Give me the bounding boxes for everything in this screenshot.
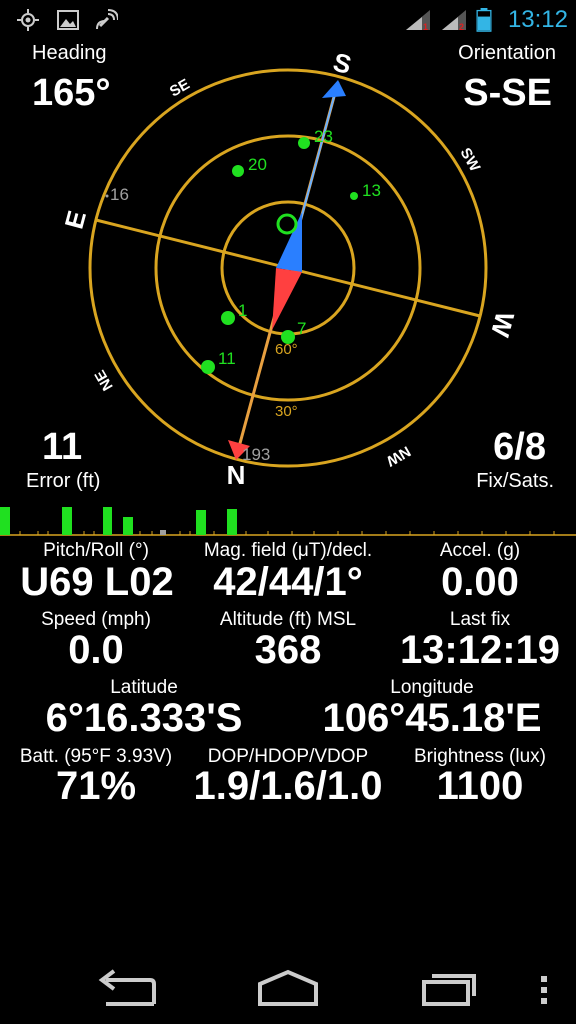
home-icon[interactable] bbox=[256, 968, 320, 1008]
svg-text:1: 1 bbox=[423, 22, 428, 32]
battery-value: 71% bbox=[55, 764, 137, 808]
satellite-16: 16 bbox=[110, 185, 129, 204]
satellite-193: 193 bbox=[242, 445, 270, 464]
signal-sim2-icon: 2 bbox=[442, 10, 466, 32]
svg-text:11: 11 bbox=[218, 349, 236, 368]
satellite-radar: S E W N SE SW NE NW 60° 30° 23 20 13 1 7… bbox=[59, 47, 521, 490]
snr-bar-7 bbox=[62, 507, 72, 535]
satellite-20: 20 bbox=[232, 155, 267, 177]
satellite-icon bbox=[96, 9, 118, 30]
accel-value: 0.00 bbox=[441, 560, 519, 604]
pitch-roll-label: Pitch/Roll (°) bbox=[43, 540, 149, 561]
mag-field-label: Mag. field (μT)/decl. bbox=[203, 540, 373, 561]
compass-label-w: W bbox=[485, 309, 520, 341]
brightness-value: 1100 bbox=[436, 764, 524, 808]
latitude-value: 6°16.333'S bbox=[45, 696, 243, 740]
satellite-11: 11 bbox=[201, 349, 236, 374]
compass-label-e: E bbox=[59, 207, 92, 232]
recents-icon[interactable] bbox=[418, 968, 482, 1008]
snr-bar-11 bbox=[103, 507, 112, 535]
svg-text:23: 23 bbox=[314, 127, 333, 146]
ring-label-30: 30° bbox=[275, 403, 298, 420]
speed-value: 0.0 bbox=[68, 628, 124, 672]
navigation-bar bbox=[0, 950, 576, 1024]
compass-label-nw: NW bbox=[382, 442, 413, 470]
snr-bar-23 bbox=[227, 509, 237, 535]
compass-label-s: S bbox=[330, 47, 355, 80]
position-marker bbox=[276, 213, 298, 235]
status-clock: 13:12 bbox=[507, 6, 568, 33]
svg-text:20: 20 bbox=[248, 155, 267, 174]
satellite-7: 7 bbox=[281, 319, 306, 344]
gps-icon bbox=[17, 9, 39, 31]
last-fix-value: 13:12:19 bbox=[399, 628, 561, 672]
svg-text:7: 7 bbox=[297, 319, 306, 338]
status-bar: 1 2 13:12 bbox=[0, 0, 576, 40]
svg-text:13: 13 bbox=[362, 181, 381, 200]
svg-text:2: 2 bbox=[459, 22, 464, 32]
snr-bar-16 bbox=[160, 530, 166, 535]
accel-label: Accel. (g) bbox=[439, 540, 521, 561]
satellite-23: 23 bbox=[298, 127, 333, 149]
svg-text:16: 16 bbox=[110, 185, 129, 204]
satellite-13: 13 bbox=[350, 181, 381, 200]
svg-text:1: 1 bbox=[238, 301, 247, 320]
compass-label-ne: NE bbox=[92, 367, 117, 394]
menu-icon[interactable] bbox=[536, 974, 552, 1006]
snr-bar-20 bbox=[196, 510, 206, 535]
back-icon[interactable] bbox=[96, 968, 160, 1008]
svg-text:193: 193 bbox=[242, 445, 270, 464]
compass-label-n: N bbox=[227, 460, 246, 490]
mag-field-value: 42/44/1° bbox=[213, 560, 363, 604]
battery-icon bbox=[476, 8, 492, 32]
snr-bar-chart bbox=[0, 507, 576, 536]
dop-value: 1.9/1.6/1.0 bbox=[193, 764, 383, 808]
snr-bar-13 bbox=[123, 517, 133, 535]
longitude-value: 106°45.18'E bbox=[322, 696, 542, 740]
snr-bar-1 bbox=[0, 507, 10, 535]
satellite-16-dot bbox=[105, 194, 109, 198]
image-icon bbox=[57, 10, 79, 30]
south-arrow-head bbox=[322, 80, 346, 98]
altitude-value: 368 bbox=[254, 628, 322, 672]
signal-sim1-icon: 1 bbox=[406, 10, 430, 32]
pitch-roll-value: U69 L02 bbox=[20, 560, 174, 604]
